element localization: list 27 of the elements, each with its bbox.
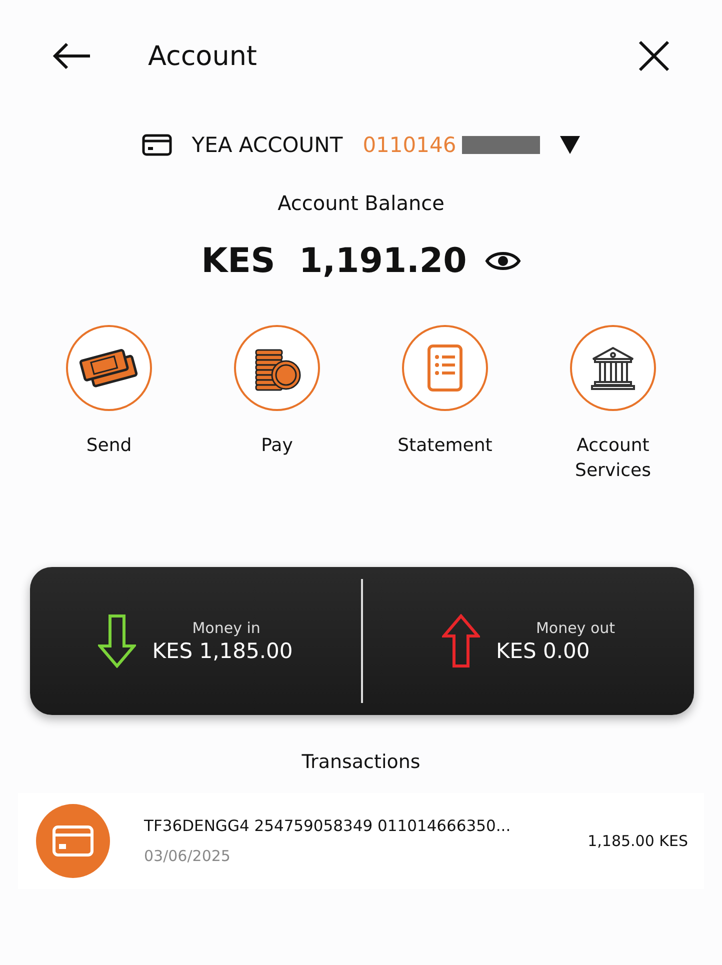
balance-label: Account Balance	[276, 191, 446, 215]
close-icon[interactable]	[638, 40, 670, 72]
transaction-amount: 1,185.00 KES	[588, 832, 688, 850]
document-list-icon	[427, 344, 463, 392]
balance-amount: KES 1,191.20	[201, 241, 467, 281]
action-label: Account Services	[574, 434, 652, 483]
summary-label: Money out	[536, 619, 616, 637]
eye-icon[interactable]	[484, 249, 521, 273]
down-arrow-icon	[98, 614, 136, 668]
summary-label: Money in	[192, 619, 262, 637]
transactions-heading: Transactions	[300, 751, 422, 773]
banknote-icon	[78, 348, 140, 388]
back-arrow-icon[interactable]	[52, 41, 92, 71]
summary-amount: KES 0.00	[496, 639, 591, 663]
card-icon	[142, 134, 172, 156]
action-label: Pay	[260, 434, 294, 458]
transaction-description: TF36DENGG4 254759058349 011014666350...	[144, 817, 512, 835]
account-name: YEA ACCOUNT	[192, 133, 343, 157]
account-number: 0110146	[362, 133, 456, 157]
action-label: Statement	[396, 434, 494, 458]
summary-amount: KES 1,185.00	[152, 639, 293, 663]
action-label: Send	[85, 434, 133, 458]
page-title: Account	[148, 40, 258, 72]
up-arrow-icon	[442, 614, 480, 668]
bank-icon	[590, 345, 636, 391]
dropdown-caret-icon[interactable]	[560, 136, 580, 154]
transaction-date: 03/06/2025	[144, 847, 232, 865]
